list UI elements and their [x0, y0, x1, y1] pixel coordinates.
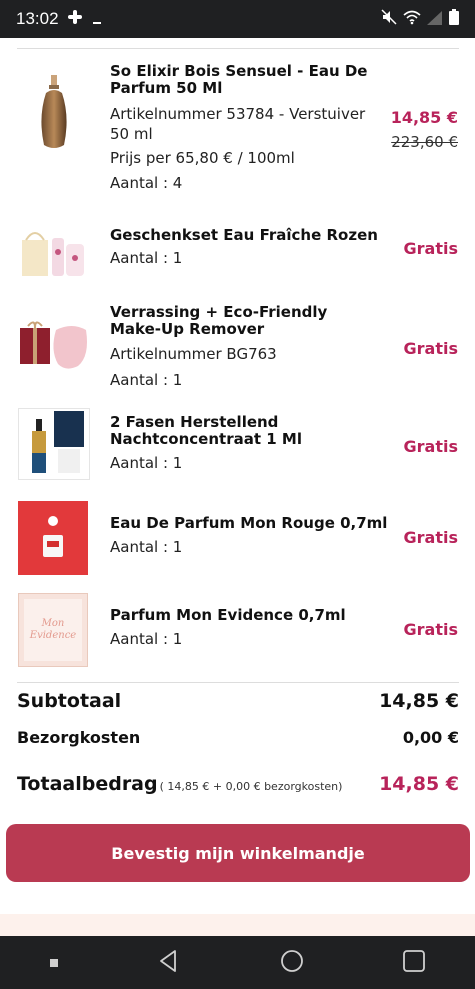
slack-icon: [67, 9, 83, 29]
item-name[interactable]: Parfum Mon Evidence 0,7ml: [110, 607, 400, 624]
total-note: ( 14,85 € + 0,00 € bezorgkosten): [159, 780, 343, 793]
confirm-cart-button[interactable]: Bevestig mijn winkelmandje: [6, 824, 470, 882]
back-icon[interactable]: [157, 949, 181, 977]
item-image: [18, 214, 90, 286]
item-article: Artikelnummer 53784 - Verstuiver 50 ml: [110, 105, 366, 143]
item-name[interactable]: 2 Fasen Herstellend Nachtconcentraat 1 M…: [110, 414, 380, 448]
status-left-icons: [67, 9, 103, 29]
status-bar: 13:02: [0, 0, 475, 38]
item-image: [18, 501, 88, 575]
footer-band: [0, 914, 475, 936]
dash-icon: [92, 10, 103, 29]
navigation-bar: [0, 936, 475, 989]
home-icon[interactable]: [280, 949, 304, 977]
item-name[interactable]: Geschenkset Eau Fraîche Rozen: [110, 227, 380, 244]
item-image: Mon Evidence: [18, 593, 88, 667]
item-name[interactable]: Verrassing + Eco-Friendly Make-Up Remove…: [110, 304, 380, 338]
item-price: Gratis: [403, 620, 458, 639]
item-quantity: Aantal : 1: [110, 630, 183, 648]
wifi-icon: [403, 9, 421, 29]
status-time: 13:02: [16, 9, 59, 28]
item-image: [18, 68, 90, 158]
signal-icon: [427, 10, 443, 29]
item-article: Artikelnummer BG763: [110, 345, 277, 363]
recents-icon[interactable]: [402, 949, 426, 977]
status-right-icons: [381, 9, 459, 29]
subtotal-label: Subtotaal: [17, 690, 122, 712]
battery-icon: [449, 9, 459, 29]
menu-dot-icon[interactable]: [49, 953, 59, 972]
item-quantity: Aantal : 1: [110, 538, 183, 556]
item-price: Gratis: [403, 239, 458, 258]
item-old-price: 223,60 €: [391, 133, 458, 151]
item-quantity: Aantal : 1: [110, 454, 183, 472]
subtotal-value: 14,85 €: [379, 690, 459, 712]
item-price: Gratis: [403, 339, 458, 358]
item-price: Gratis: [403, 528, 458, 547]
item-price: 14,85 €: [390, 108, 458, 127]
shipping-label: Bezorgkosten: [17, 728, 141, 747]
shipping-row: Bezorgkosten 0,00 €: [17, 728, 459, 747]
divider: [17, 48, 459, 49]
item-quantity: Aantal : 1: [110, 249, 183, 267]
thumb-text: Evidence: [29, 630, 77, 641]
item-price: Gratis: [403, 437, 458, 456]
subtotal-row: Subtotaal 14,85 €: [17, 690, 459, 712]
total-label: Totaalbedrag: [17, 773, 158, 795]
divider: [17, 682, 459, 683]
item-quantity: Aantal : 1: [110, 371, 183, 389]
shipping-value: 0,00 €: [402, 728, 459, 747]
total-row: Totaalbedrag ( 14,85 € + 0,00 € bezorgko…: [17, 773, 459, 795]
item-quantity: Aantal : 4: [110, 174, 183, 192]
item-image: [18, 308, 90, 380]
mute-icon: [381, 9, 397, 29]
item-image: [18, 408, 90, 480]
thumb-text: Mon: [41, 618, 65, 629]
total-value: 14,85 €: [379, 773, 459, 795]
item-name[interactable]: Eau De Parfum Mon Rouge 0,7ml: [110, 515, 400, 532]
item-name[interactable]: So Elixir Bois Sensuel - Eau De Parfum 5…: [110, 63, 380, 97]
cart-content: So Elixir Bois Sensuel - Eau De Parfum 5…: [0, 38, 475, 936]
item-unit-price: Prijs per 65,80 € / 100ml: [110, 149, 295, 167]
